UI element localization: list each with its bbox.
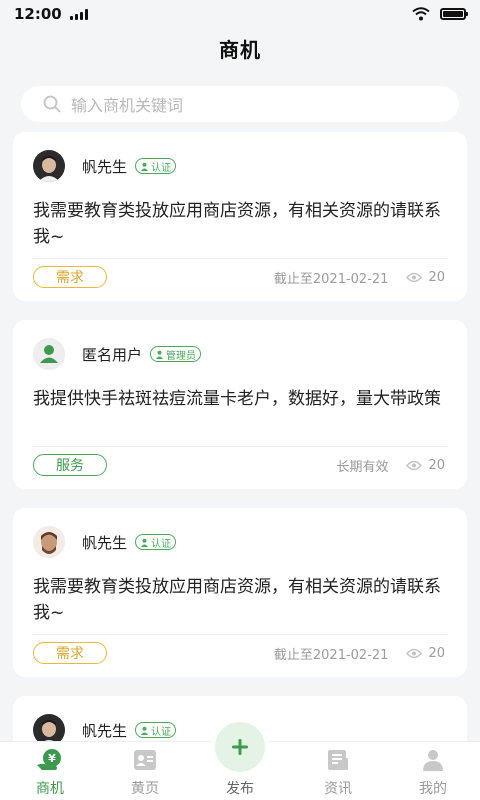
tab-label: 黄页: [131, 781, 159, 797]
opportunity-card[interactable]: 匿名用户 管理员 我提供快手祛斑祛痘流量卡老户，数据好，量大带政策 服务 长期有…: [13, 320, 467, 489]
publish-button[interactable]: [215, 722, 265, 772]
deadline-text: 截止至2021-02-21: [273, 271, 389, 287]
service-tag: 服务: [33, 454, 107, 476]
person-icon: [140, 162, 149, 171]
post-content: 我提供快手祛斑祛痘流量卡老户，数据好，量大带政策: [33, 389, 441, 409]
author-name: 帆先生: [82, 157, 128, 176]
tab-opportunity[interactable]: ¥ 商机: [15, 748, 85, 798]
tab-news[interactable]: 资讯: [303, 748, 373, 798]
tab-label[interactable]: 发布: [205, 778, 275, 798]
opportunity-card[interactable]: 帆先生 认证 我需要教育类投放应用商店资源，有相关资源的请联系我~ 需求 截止至…: [13, 508, 467, 677]
verified-badge: 认证: [135, 722, 177, 738]
demand-tag: 需求: [33, 266, 107, 288]
opportunity-icon: ¥: [37, 749, 61, 770]
tab-profile[interactable]: 我的: [398, 748, 468, 798]
yellow-pages-icon: [134, 750, 156, 770]
author-name: 帆先生: [82, 721, 128, 740]
author-name: 匿名用户: [82, 345, 143, 364]
tab-label: 我的: [419, 781, 447, 797]
tab-yellow-pages[interactable]: 黄页: [110, 748, 180, 798]
eye-icon: [406, 272, 423, 282]
deadline-text: 截止至2021-02-21: [273, 647, 389, 663]
divider: [33, 258, 447, 259]
divider: [33, 446, 447, 447]
demand-tag: 需求: [33, 642, 107, 664]
verified-badge: 认证: [135, 534, 177, 550]
wifi-icon: [412, 7, 430, 21]
deadline-text: 长期有效: [336, 459, 389, 475]
signal-icon: [69, 8, 88, 20]
eye-icon: [406, 648, 423, 658]
person-icon: [140, 726, 149, 735]
profile-icon: [423, 750, 443, 771]
person-icon: [155, 350, 164, 359]
opportunity-card[interactable]: 帆先生 认证 我需要教育类投放应用商店资源，有相关资源的请联系我~ 需求 截止至…: [13, 132, 467, 301]
post-content: 我需要教育类投放应用商店资源，有相关资源的请联系我~: [33, 577, 441, 623]
search-input[interactable]: 输入商机关键词: [21, 86, 459, 122]
svg-text:¥: ¥: [48, 752, 56, 765]
news-icon: [328, 750, 348, 770]
view-count: 20: [428, 457, 445, 473]
avatar[interactable]: [33, 338, 65, 370]
plus-icon: [232, 739, 248, 755]
person-icon: [140, 538, 149, 547]
admin-badge: 管理员: [150, 346, 202, 362]
view-count: 20: [428, 269, 445, 285]
eye-icon: [406, 460, 423, 470]
divider: [33, 634, 447, 635]
avatar[interactable]: [33, 150, 65, 182]
verified-badge: 认证: [135, 158, 177, 174]
view-count: 20: [428, 645, 445, 661]
tab-label: 资讯: [324, 781, 352, 797]
search-placeholder: 输入商机关键词: [71, 96, 184, 115]
avatar[interactable]: [33, 526, 65, 558]
status-time: 12:00: [14, 5, 62, 23]
post-content: 我需要教育类投放应用商店资源，有相关资源的请联系我~: [33, 201, 441, 247]
page-title: 商机: [219, 38, 261, 62]
author-name: 帆先生: [82, 533, 128, 552]
search-icon: [43, 95, 61, 113]
status-bar: 12:00: [0, 0, 480, 28]
tab-label: 商机: [36, 781, 64, 797]
battery-icon: [440, 8, 468, 20]
